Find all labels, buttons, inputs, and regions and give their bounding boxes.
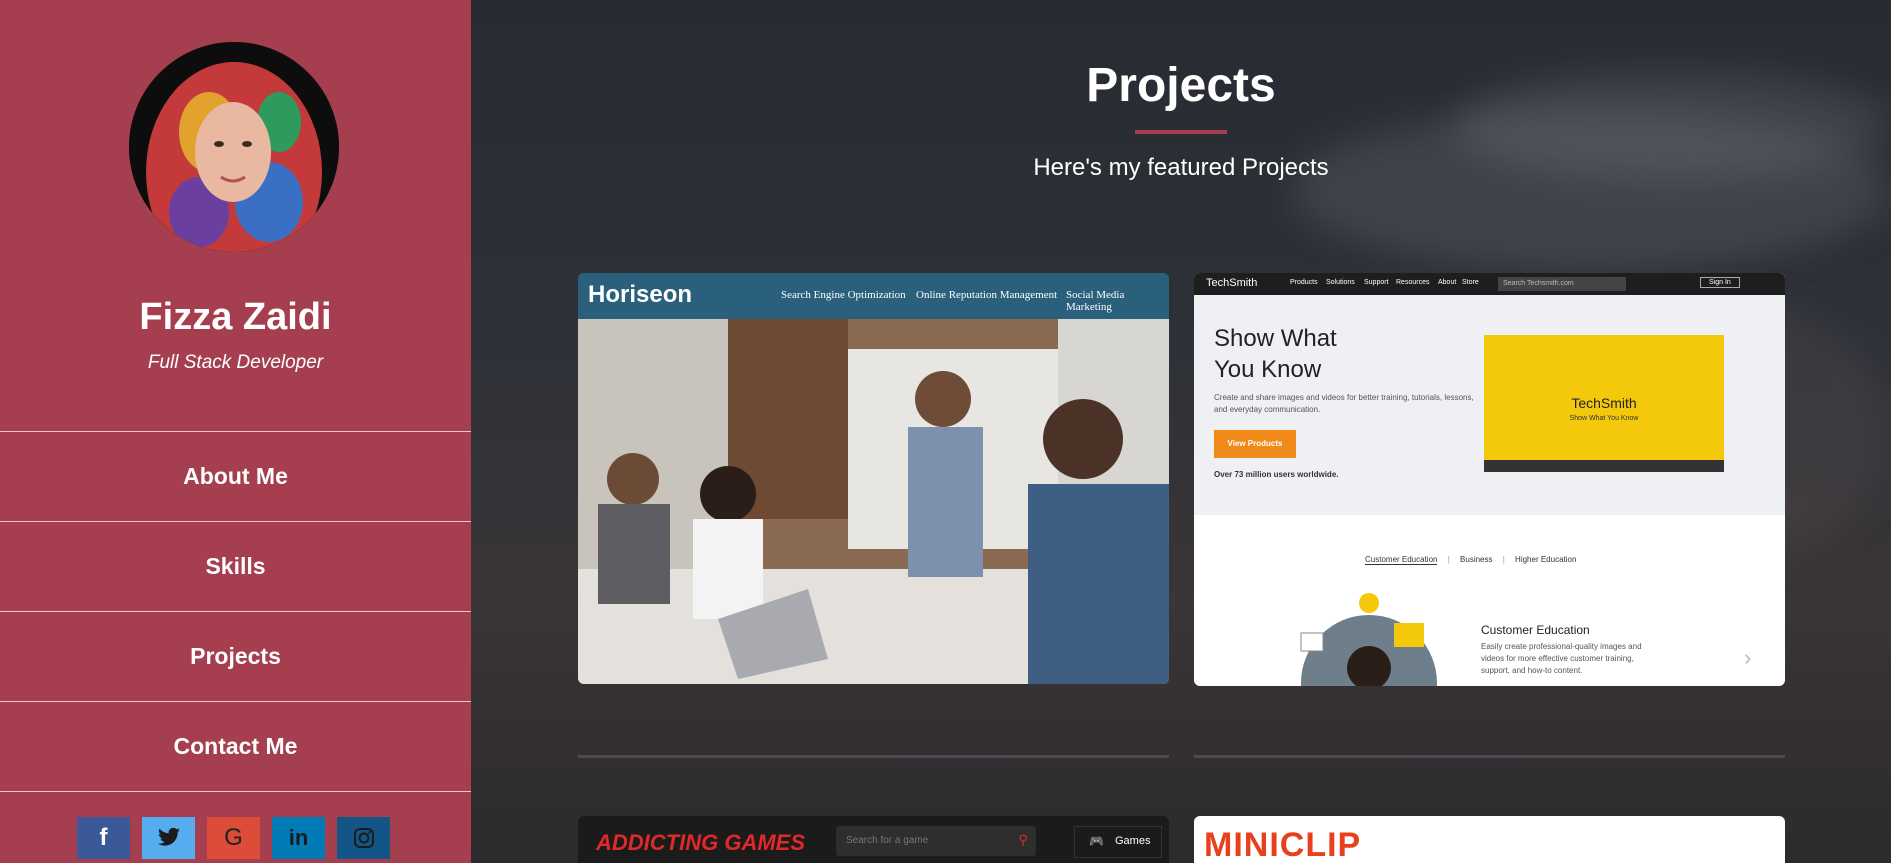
- techsmith-header: TechSmith Products Solutions Support Res…: [1194, 273, 1785, 295]
- twitter-icon: [157, 828, 180, 846]
- techsmith-hero: Show What You Know Create and share imag…: [1194, 295, 1785, 515]
- profile-role: Full Stack Developer: [147, 352, 324, 373]
- techsmith-nav-item: Solutions: [1326, 279, 1355, 286]
- techsmith-desc: Create and share images and videos for b…: [1214, 393, 1474, 414]
- nav-item-contact-me[interactable]: Contact Me: [0, 701, 471, 792]
- techsmith-video-tag: Show What You Know: [1569, 415, 1639, 422]
- miniclip-logo: MINICLIP: [1204, 826, 1362, 863]
- project-card-miniclip[interactable]: MINICLIP: [1194, 816, 1785, 863]
- avatar: [129, 42, 339, 252]
- twitter-link[interactable]: [142, 817, 195, 859]
- horiseon-header: Horiseon Search Engine Optimization Onli…: [578, 273, 1169, 319]
- techsmith-nav-item: Products: [1290, 279, 1318, 286]
- techsmith-video-logo: TechSmith: [1571, 395, 1637, 411]
- techsmith-users: Over 73 million users worldwide.: [1214, 470, 1339, 479]
- title-underline: [1135, 130, 1227, 134]
- section-subtitle: Here's my featured Projects: [1033, 154, 1329, 181]
- techsmith-search: Search Techsmith.com: [1498, 277, 1626, 291]
- techsmith-tab: Higher Education: [1515, 555, 1577, 564]
- projects-section: Projects Here's my featured Projects Hor…: [471, 0, 1891, 863]
- nav-item-skills[interactable]: Skills: [0, 521, 471, 611]
- techsmith-cta: View Products: [1214, 430, 1296, 458]
- feature-desc: Easily create professional-quality image…: [1481, 642, 1642, 675]
- techsmith-nav-item: Resources: [1396, 279, 1430, 286]
- techsmith-headline-2: You Know: [1214, 356, 1322, 383]
- section-title: Projects: [1086, 59, 1276, 112]
- nav-item-projects[interactable]: Projects: [0, 611, 471, 701]
- card-divider: [578, 755, 1169, 758]
- techsmith-nav-item: Support: [1364, 279, 1389, 286]
- profile-name: Fizza Zaidi: [139, 296, 332, 338]
- techsmith-tabs: Customer Education | Business | Higher E…: [1365, 555, 1577, 565]
- games-label: Games: [1115, 835, 1151, 847]
- addicting-search-placeholder: Search for a game: [846, 835, 929, 846]
- techsmith-video: TechSmith Show What You Know: [1484, 335, 1724, 472]
- horiseon-nav-item: Search Engine Optimization: [781, 289, 906, 301]
- linkedin-icon: in: [288, 825, 309, 850]
- techsmith-tab: Customer Education: [1365, 555, 1438, 565]
- instagram-icon: [353, 828, 374, 848]
- facebook-link[interactable]: f: [77, 817, 130, 859]
- linkedin-link[interactable]: in: [272, 817, 325, 859]
- social-links: f G in: [77, 817, 390, 859]
- facebook-icon: f: [99, 824, 108, 851]
- techsmith-nav-item: Store: [1462, 279, 1479, 286]
- gamepad-icon: 🎮: [1089, 834, 1104, 848]
- feature-title: Customer Education: [1481, 623, 1590, 637]
- horiseon-logo: Horiseon: [588, 281, 693, 308]
- project-card-addicting-games[interactable]: ADDICTING GAMES Search for a game ⚲ 🎮 Ga…: [578, 816, 1169, 863]
- horiseon-nav-item: Social Media Marketing: [1066, 289, 1125, 313]
- search-icon: ⚲: [1018, 832, 1028, 847]
- techsmith-headline-1: Show What: [1214, 325, 1337, 352]
- nav-item-about-me[interactable]: About Me: [0, 431, 471, 521]
- google-icon: G: [224, 824, 243, 851]
- horiseon-team-photo: [578, 319, 1169, 684]
- techsmith-signin: Sign In: [1700, 277, 1740, 288]
- sidebar: Fizza Zaidi Full Stack Developer About M…: [0, 0, 471, 863]
- carousel-next-icon[interactable]: ›: [1744, 645, 1751, 671]
- games-button: 🎮 Games: [1074, 826, 1162, 858]
- project-card-techsmith[interactable]: TechSmith Products Solutions Support Res…: [1194, 273, 1785, 686]
- horiseon-nav-item: Online Reputation Management: [916, 289, 1058, 301]
- addicting-logo: ADDICTING GAMES: [596, 830, 805, 855]
- google-link[interactable]: G: [207, 817, 260, 859]
- techsmith-tab: Business: [1460, 555, 1493, 564]
- techsmith-logo: TechSmith: [1206, 277, 1258, 289]
- techsmith-search-placeholder: Search Techsmith.com: [1503, 280, 1574, 287]
- techsmith-nav-item: About: [1438, 279, 1457, 286]
- sidebar-nav: About Me Skills Projects Contact Me: [0, 431, 471, 792]
- customer-education-illustration: [1300, 593, 1437, 686]
- video-controls: [1484, 460, 1724, 472]
- card-divider: [1194, 755, 1785, 758]
- instagram-link[interactable]: [337, 817, 390, 859]
- addicting-search: Search for a game ⚲: [836, 826, 1036, 856]
- project-card-horiseon[interactable]: Horiseon Search Engine Optimization Onli…: [578, 273, 1169, 684]
